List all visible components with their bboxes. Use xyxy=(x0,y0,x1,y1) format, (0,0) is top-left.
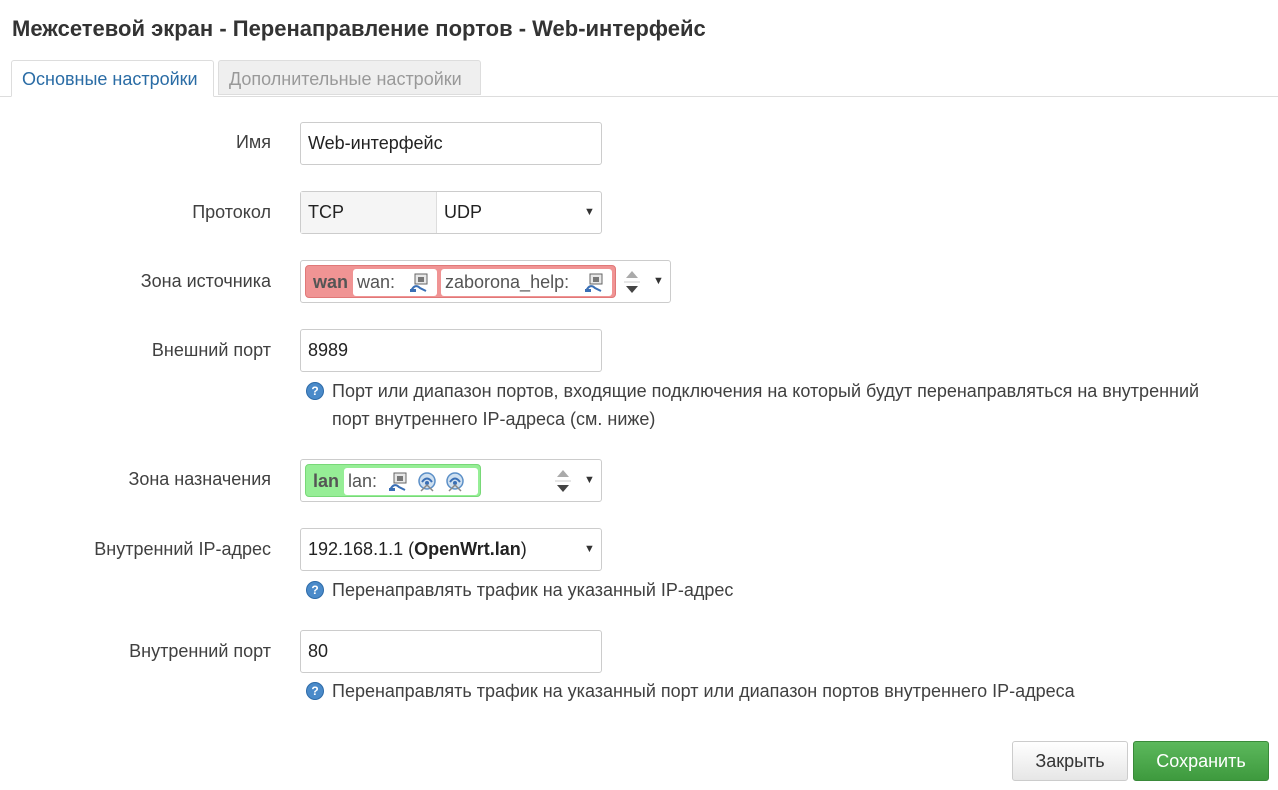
protocol-option-udp[interactable]: UDP xyxy=(437,192,482,233)
tab-basic-settings[interactable]: Основные настройки xyxy=(11,60,214,97)
wireless-icon xyxy=(446,472,464,492)
network-icon xyxy=(389,472,407,491)
page-title: Межсетевой экран - Перенаправление порто… xyxy=(12,16,706,41)
network-chip-zaborona: zaborona_help: xyxy=(441,269,612,296)
zone-badge-wan: wan wan: zaborona_help: xyxy=(305,265,616,298)
help-text: Порт или диапазон портов, входящие подкл… xyxy=(332,381,1200,401)
source-zone-label: Зона источника xyxy=(140,271,271,291)
zone-badge-lan: lan lan: xyxy=(305,464,481,497)
wireless-icon xyxy=(418,472,436,492)
external-port-help: ? Порт или диапазон портов, входящие под… xyxy=(306,377,1256,435)
protocol-select[interactable]: TCP UDP ▼ xyxy=(300,191,602,234)
protocol-option-tcp[interactable]: TCP xyxy=(301,192,437,233)
internal-ip-value: 192.168.1.1 (OpenWrt.lan) xyxy=(308,529,527,570)
network-chip-lan: lan: xyxy=(344,468,478,495)
protocol-label: Протокол xyxy=(192,202,271,222)
help-text: Перенаправлять трафик на указанный порт … xyxy=(332,681,1075,701)
paren-text: ) xyxy=(520,539,527,559)
dest-zone-select[interactable]: lan lan: ▼ xyxy=(300,459,602,502)
network-chip-label: lan: xyxy=(348,471,378,491)
zone-name-wan: wan xyxy=(313,272,349,292)
help-text: порт внутреннего IP-адреса (см. ниже) xyxy=(332,409,656,429)
ip-text: 192.168.1.1 ( xyxy=(308,539,415,559)
close-button[interactable]: Закрыть xyxy=(1012,741,1128,781)
internal-port-input[interactable] xyxy=(300,630,602,673)
external-port-label: Внешний порт xyxy=(151,340,271,360)
zone-name-lan: lan xyxy=(313,471,340,491)
help-icon: ? xyxy=(306,682,324,700)
save-button[interactable]: Сохранить xyxy=(1133,741,1269,781)
internal-ip-label: Внутренний IP-адрес xyxy=(94,539,271,559)
hostname-text: OpenWrt.lan xyxy=(414,539,521,559)
network-icon xyxy=(410,273,428,292)
internal-ip-select[interactable]: 192.168.1.1 (OpenWrt.lan) ▼ xyxy=(300,528,602,571)
internal-port-help: ? Перенаправлять трафик на указанный пор… xyxy=(306,677,1206,705)
help-text: Перенаправлять трафик на указанный IP-ад… xyxy=(332,580,734,600)
dest-zone-label: Зона назначения xyxy=(128,469,271,489)
network-chip-label: wan: xyxy=(357,272,396,292)
tab-bar: Основные настройки Дополнительные настро… xyxy=(0,60,1278,97)
chevron-down-icon: ▼ xyxy=(584,543,595,555)
chevron-down-icon: ▼ xyxy=(653,275,664,287)
external-port-input[interactable] xyxy=(300,329,602,372)
chevron-down-icon: ▼ xyxy=(584,206,595,218)
help-icon: ? xyxy=(306,382,324,400)
network-chip-label: zaborona_help: xyxy=(445,272,570,292)
name-label: Имя xyxy=(235,132,271,152)
chevron-down-icon: ▼ xyxy=(584,474,595,486)
source-zone-select[interactable]: wan wan: zaborona_help: ▼ xyxy=(300,260,671,303)
network-icon xyxy=(585,273,603,292)
spinner-arrows-icon[interactable] xyxy=(622,265,642,298)
tab-advanced-settings[interactable]: Дополнительные настройки xyxy=(218,60,481,95)
help-icon: ? xyxy=(306,581,324,599)
internal-ip-help: ? Перенаправлять трафик на указанный IP-… xyxy=(306,576,1206,604)
spinner-arrows-icon[interactable] xyxy=(553,464,573,497)
network-chip-wan: wan: xyxy=(353,269,437,296)
name-input[interactable] xyxy=(300,122,602,165)
internal-port-label: Внутренний порт xyxy=(129,641,271,661)
